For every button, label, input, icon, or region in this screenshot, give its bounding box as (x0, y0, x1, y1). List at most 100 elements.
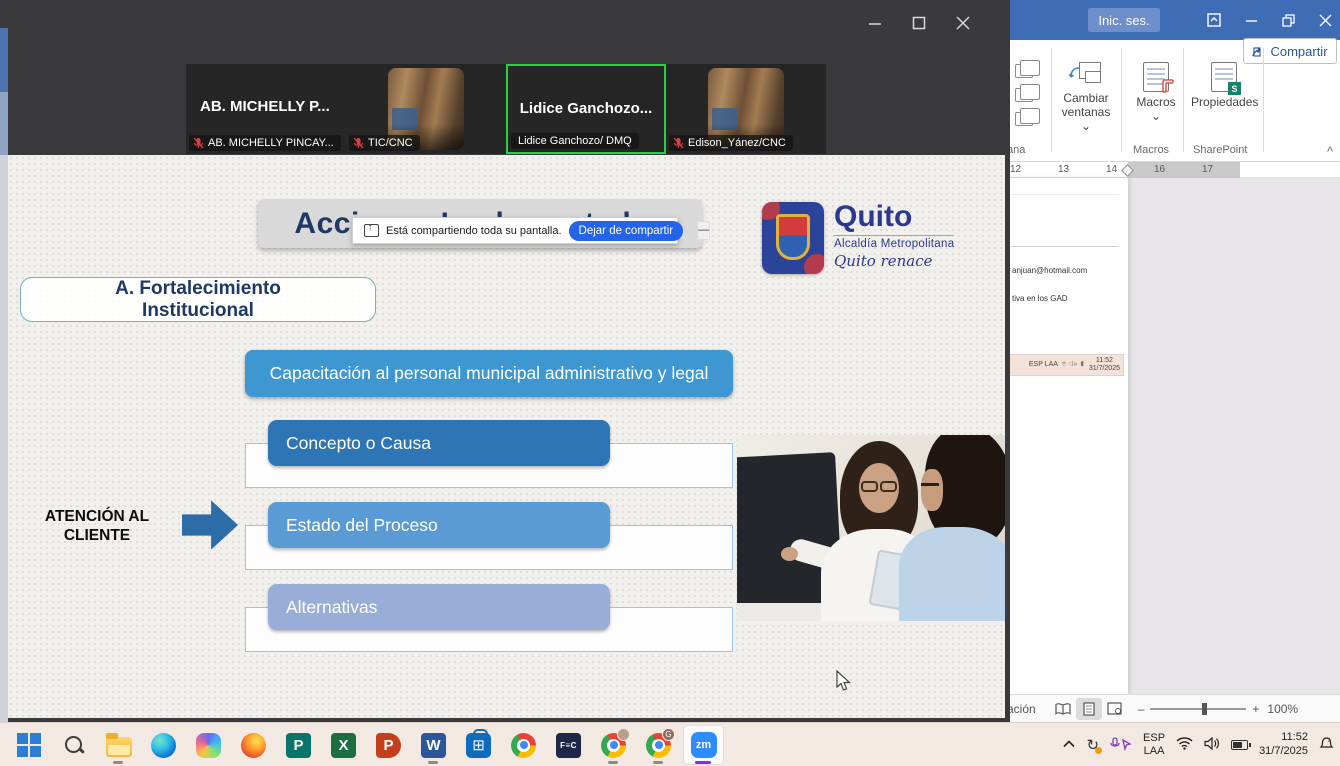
edge-icon (151, 733, 176, 758)
properties-button[interactable]: S Propiedades (1191, 62, 1257, 110)
windows-start-icon (17, 733, 41, 757)
item-box-alternativas: Alternativas (268, 584, 610, 630)
zoom-slider-handle[interactable] (1202, 703, 1207, 715)
taskbar-copilot[interactable] (188, 725, 229, 765)
taskbar-word[interactable]: W (413, 725, 454, 765)
taskbar-chrome-g[interactable]: G (638, 725, 679, 765)
participant-name-badge: Edison_Yánez/CNC (669, 135, 793, 151)
desktop-screen: Inic. ses. Compartir Cambiar ventanas ⌄ (0, 0, 1340, 766)
taskbar-publisher[interactable]: P (278, 725, 319, 765)
screen-share-icon (364, 224, 379, 237)
web-layout-icon[interactable] (1102, 698, 1128, 720)
sharepoint-s-icon: S (1228, 82, 1241, 95)
zoom-level[interactable]: 100% (1267, 702, 1298, 716)
participant-tile-active-speaker[interactable]: Lidice Ganchozo... Lidice Ganchozo/ DMQ (506, 64, 666, 154)
participant-name-badge: TIC/CNC (349, 135, 420, 151)
chrome-icon: G (646, 733, 671, 758)
publisher-icon: P (286, 733, 311, 758)
muted-mic-icon (353, 137, 364, 149)
embedded-screenshot: ESP LAA ⌾ ◁» ▮ 11:5231/7/2025 (1009, 354, 1124, 376)
print-layout-icon[interactable] (1076, 698, 1102, 720)
taskbar-file-explorer[interactable] (98, 725, 139, 765)
synchronous-scroll-icon[interactable] (1015, 88, 1033, 102)
zoom-out-icon[interactable]: – (1138, 702, 1145, 716)
view-side-by-side-icon[interactable] (1015, 64, 1033, 78)
taskbar-excel[interactable]: X (323, 725, 364, 765)
zoom-in-icon[interactable]: + (1252, 702, 1259, 716)
zoom-minimize-icon[interactable] (868, 16, 882, 30)
taskbar-fec-app[interactable]: F≡C (548, 725, 589, 765)
mic-cursor-icon[interactable] (1110, 737, 1132, 754)
zoom-maximize-icon[interactable] (912, 16, 926, 30)
speaker-icon[interactable] (1204, 737, 1220, 753)
taskbar: P X P W ⊞ F≡C G zm ↻ ESPLAA 11:5231/7/20… (0, 722, 1340, 766)
participant-tile[interactable]: TIC/CNC (346, 64, 506, 154)
clock-date[interactable]: 11:5231/7/2025 (1259, 731, 1308, 759)
powerpoint-icon: P (376, 733, 401, 758)
firefox-icon (241, 733, 266, 758)
battery-icon[interactable] (1231, 740, 1248, 750)
word-icon: W (421, 733, 446, 758)
window-edge-sliver (0, 28, 8, 92)
right-arrow-icon (182, 497, 238, 553)
taskbar-edge[interactable] (143, 725, 184, 765)
quito-logo: Quito Alcaldía Metropolitana Quito renac… (762, 202, 954, 274)
word-minimize-icon[interactable] (1245, 14, 1258, 27)
quito-crest-icon (762, 202, 824, 274)
switch-windows-button[interactable]: Cambiar ventanas ⌄ (1057, 62, 1115, 133)
logo-subtitle: Alcaldía Metropolitana (834, 235, 954, 250)
tray-chevron-up-icon[interactable] (1063, 739, 1075, 751)
taskbar-chrome[interactable] (503, 725, 544, 765)
zoom-slider[interactable]: – + (1138, 702, 1260, 716)
wifi-icon[interactable] (1176, 737, 1193, 753)
fec-app-icon: F≡C (556, 733, 581, 758)
taskbar-powerpoint[interactable]: P (368, 725, 409, 765)
taskbar-search-button[interactable] (53, 725, 94, 765)
stop-sharing-button[interactable]: Dejar de compartir (569, 221, 684, 241)
ribbon-display-options-icon[interactable] (1207, 13, 1221, 27)
section-box: A. Fortalecimiento Institucional (20, 277, 376, 322)
participant-tile[interactable]: Edison_Yánez/CNC (666, 64, 826, 154)
word-ruler: 12 13 14 16 17 (1005, 162, 1340, 178)
participant-tile[interactable]: AB. MICHELLY P... AB. MICHELLY PINCAY... (186, 64, 346, 154)
microsoft-store-icon: ⊞ (466, 733, 491, 758)
search-icon (63, 734, 85, 756)
switch-arrow-icon (1069, 66, 1082, 82)
word-ribbon: Compartir Cambiar ventanas ⌄ Macros⌄ S (1005, 40, 1340, 162)
zoom-meeting-window: AB. MICHELLY P... AB. MICHELLY PINCAY...… (0, 0, 1010, 722)
word-share-button[interactable]: Compartir (1243, 38, 1337, 64)
window-edge-sliver (0, 92, 8, 155)
logo-tagline: Quito renace (834, 252, 954, 270)
ribbon-group-macros: Macros (1133, 144, 1169, 156)
word-signin-button[interactable]: Inic. ses. (1088, 8, 1160, 32)
window-edge-sliver (0, 155, 8, 722)
word-page[interactable]: anjuan@hotmail.com tiva en los GAD ESP L… (1005, 178, 1128, 694)
zoom-close-icon[interactable] (956, 16, 970, 30)
read-mode-icon[interactable] (1050, 698, 1076, 720)
reset-window-position-icon[interactable] (1015, 112, 1033, 126)
taskbar-chrome-profile[interactable] (593, 725, 634, 765)
taskbar-microsoft-store[interactable]: ⊞ (458, 725, 499, 765)
sync-status-icon[interactable]: ↻ (1086, 736, 1099, 754)
taskbar-start-button[interactable] (8, 725, 49, 765)
side-label: ATENCIÓN AL CLIENTE (22, 507, 172, 546)
item-box-estado: Estado del Proceso (268, 502, 610, 548)
notification-bell-icon[interactable]: z (1319, 736, 1334, 754)
caret-down-icon: ⌄ (1081, 119, 1091, 133)
mouse-cursor (836, 670, 852, 697)
ribbon-group-sharepoint: SharePoint (1193, 144, 1247, 156)
share-message: Está compartiendo toda su pantalla. (386, 225, 562, 237)
taskbar-zoom[interactable]: zm (683, 725, 724, 765)
g-profile-badge: G (662, 728, 675, 741)
macro-scroll-icon (1161, 78, 1175, 94)
macros-button[interactable]: Macros⌄ (1127, 62, 1185, 124)
participant-strip: AB. MICHELLY P... AB. MICHELLY PINCAY...… (186, 64, 826, 154)
office-photo (737, 435, 1005, 621)
share-bar-minimize-button[interactable]: — (697, 221, 710, 240)
taskbar-firefox[interactable] (233, 725, 274, 765)
language-indicator[interactable]: ESPLAA (1143, 732, 1165, 758)
word-document-area: anjuan@hotmail.com tiva en los GAD ESP L… (1005, 178, 1340, 694)
word-restore-icon[interactable] (1282, 14, 1295, 27)
collapse-ribbon-icon[interactable]: ^ (1327, 144, 1333, 159)
word-close-icon[interactable] (1319, 14, 1332, 27)
